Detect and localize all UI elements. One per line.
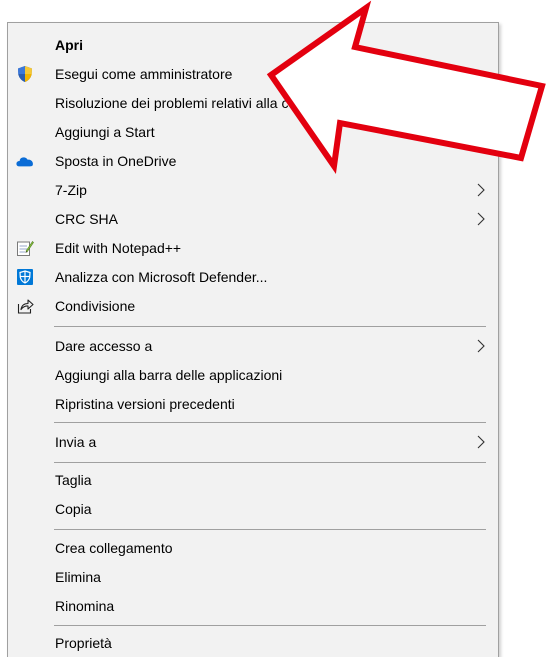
menu-item-label: Apri [55, 37, 83, 53]
notepad-plus-plus-icon [16, 239, 34, 257]
menu-item-label: Aggiungi a Start [55, 124, 155, 140]
chevron-right-icon [476, 181, 486, 199]
menu-item-label: Copia [55, 501, 92, 517]
menu-item-analizza-defender[interactable]: Analizza con Microsoft Defender... [8, 263, 498, 291]
menu-item-label: Edit with Notepad++ [55, 240, 182, 256]
menu-item-ripristina-versioni[interactable]: Ripristina versioni precedenti [8, 390, 498, 418]
menu-item-label: CRC SHA [55, 211, 119, 227]
menu-separator [54, 625, 486, 626]
menu-item-rinomina[interactable]: Rinomina [8, 592, 498, 620]
menu-item-label: Ripristina versioni precedenti [55, 396, 235, 412]
menu-item-copia[interactable]: Copia [8, 495, 498, 523]
context-menu: Apri Esegui come amministratore Risoluzi… [7, 22, 499, 657]
menu-item-label: Sposta in OneDrive [55, 153, 177, 169]
chevron-right-icon [476, 337, 486, 355]
menu-item-label: Invia a [55, 434, 97, 450]
menu-item-aggiungi-barra-applicazioni[interactable]: Aggiungi alla barra delle applicazioni [8, 361, 498, 389]
menu-item-label: Dare accesso a [55, 338, 153, 354]
uac-shield-icon [16, 65, 34, 83]
chevron-right-icon [476, 210, 486, 228]
menu-item-label: Aggiungi alla barra delle applicazioni [55, 367, 283, 383]
menu-item-sposta-in-onedrive[interactable]: Sposta in OneDrive [8, 147, 498, 175]
menu-item-label: Elimina [55, 569, 101, 585]
menu-item-label: Esegui come amministratore [55, 66, 233, 82]
menu-item-label: Condivisione [55, 298, 136, 314]
menu-item-apri[interactable]: Apri [8, 31, 498, 59]
menu-item-taglia[interactable]: Taglia [8, 466, 498, 494]
menu-item-label: Crea collegamento [55, 540, 173, 556]
share-icon [16, 297, 34, 315]
menu-item-edit-with-notepadpp[interactable]: Edit with Notepad++ [8, 234, 498, 262]
menu-item-condivisione[interactable]: Condivisione [8, 292, 498, 320]
chevron-right-icon [476, 433, 486, 451]
menu-item-risoluzione-compatibilita[interactable]: Risoluzione dei problemi relativi alla c… [8, 89, 498, 117]
menu-item-7zip[interactable]: 7-Zip [8, 176, 498, 204]
menu-separator [54, 462, 486, 463]
menu-item-invia-a[interactable]: Invia a [8, 428, 498, 456]
menu-item-label: Rinomina [55, 598, 115, 614]
menu-item-label: Risoluzione dei problemi relativi alla c… [55, 95, 360, 111]
menu-item-dare-accesso-a[interactable]: Dare accesso a [8, 332, 498, 360]
menu-item-crc-sha[interactable]: CRC SHA [8, 205, 498, 233]
defender-shield-icon [16, 268, 34, 286]
menu-item-proprieta[interactable]: Proprietà [8, 629, 498, 657]
menu-separator [54, 529, 486, 530]
menu-item-aggiungi-a-start[interactable]: Aggiungi a Start [8, 118, 498, 146]
onedrive-cloud-icon [16, 152, 34, 170]
menu-item-label: Taglia [55, 472, 92, 488]
menu-item-crea-collegamento[interactable]: Crea collegamento [8, 534, 498, 562]
menu-item-esegui-come-amministratore[interactable]: Esegui come amministratore [8, 60, 498, 88]
menu-item-elimina[interactable]: Elimina [8, 563, 498, 591]
menu-separator [54, 326, 486, 327]
menu-separator [54, 422, 486, 423]
menu-item-label: 7-Zip [55, 182, 87, 198]
menu-item-label: Analizza con Microsoft Defender... [55, 269, 268, 285]
menu-item-label: Proprietà [55, 635, 112, 651]
